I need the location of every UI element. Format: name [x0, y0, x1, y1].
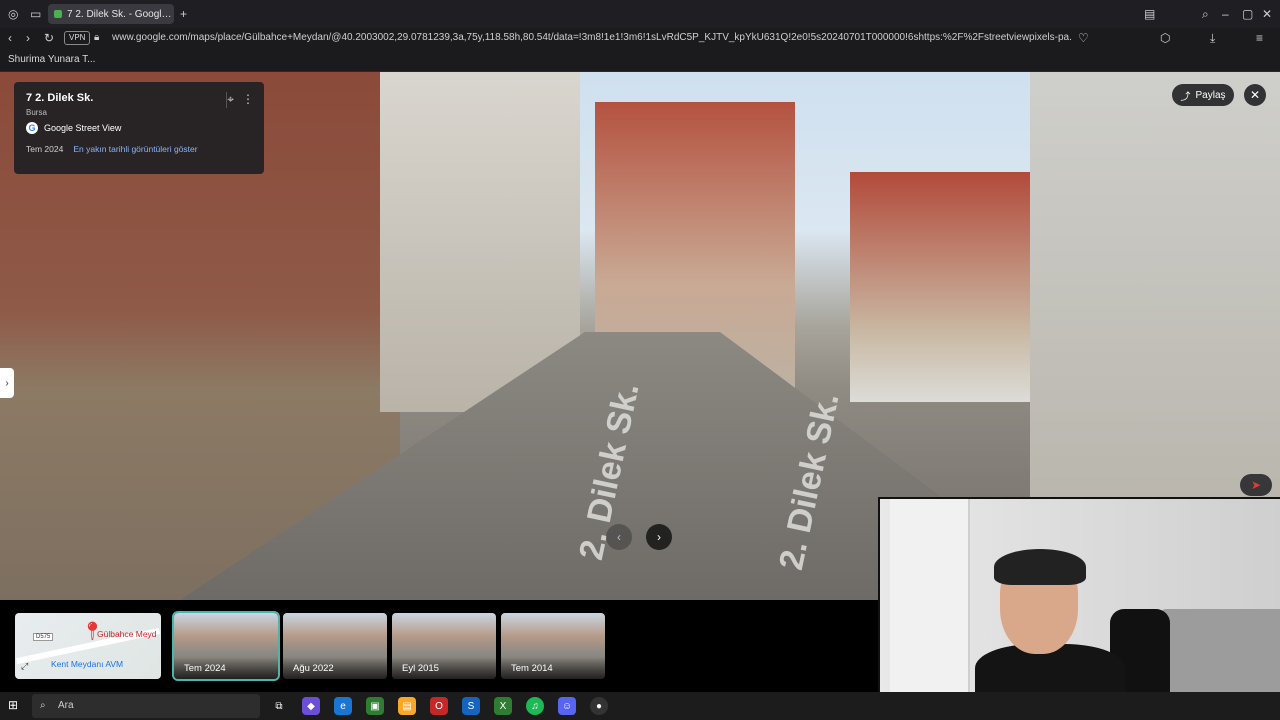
discord-icon[interactable]: ☺: [558, 697, 576, 715]
more-options-icon[interactable]: ⋮: [242, 92, 254, 107]
explorer-icon[interactable]: ▤: [398, 697, 416, 715]
webcam-sofa: [1160, 609, 1280, 692]
timeline-thumb-1[interactable]: Tem 2024: [172, 611, 280, 681]
timeline-thumb-2[interactable]: Ağu 2022: [283, 613, 387, 679]
compass-button[interactable]: ➤: [1240, 474, 1272, 496]
tab-google-maps[interactable]: 7 2. Dilek Sk. - Google Ha: [48, 4, 174, 24]
map-mall-label: Kent Meydanı AVM: [51, 659, 124, 669]
source-label: Google Street View: [44, 123, 122, 133]
task-view-icon[interactable]: ⧉: [270, 697, 288, 715]
close-street-view-button[interactable]: ✕: [1244, 84, 1266, 106]
bookmarks-bar: Shurima Yunara T...: [0, 48, 1280, 72]
webcam-door: [890, 499, 970, 692]
copilot-icon[interactable]: ◆: [302, 697, 320, 715]
place-city: Bursa: [26, 108, 47, 117]
webcam-overlay: [878, 497, 1280, 692]
chevron-right-icon: ›: [657, 530, 661, 544]
chevron-left-icon: ‹: [617, 530, 621, 544]
menu-icon[interactable]: ≡: [1256, 28, 1263, 48]
webcam-person-hair: [994, 549, 1086, 585]
extensions-icon[interactable]: ⬡: [1160, 28, 1170, 48]
show-recent-link[interactable]: En yakın tarihli görüntüleri göster: [73, 144, 197, 154]
sidebar-toggle-icon[interactable]: ▤: [1144, 0, 1155, 28]
url-field[interactable]: www.google.com/maps/place/Gülbahce+Meyda…: [112, 30, 1072, 46]
tab-manager-icon[interactable]: ▭: [30, 0, 41, 28]
address-bar: ‹ › ↻ VPN 🔒︎ www.google.com/maps/place/G…: [0, 28, 1280, 48]
map-place-label: Gülbahce Meyd: [97, 629, 157, 639]
obs-icon[interactable]: ●: [590, 697, 608, 715]
google-logo-icon: G: [26, 122, 38, 134]
next-image-button[interactable]: ›: [646, 524, 672, 550]
browser-logo-icon[interactable]: ◎: [8, 0, 18, 28]
source-row: G Google Street View: [26, 122, 252, 134]
opera-icon[interactable]: O: [430, 697, 448, 715]
tab-title: 7 2. Dilek Sk. - Google Ha: [67, 8, 174, 20]
new-tab-icon[interactable]: +: [180, 0, 187, 28]
building-right-near: [1030, 72, 1280, 502]
start-menu-icon[interactable]: ⊞: [8, 698, 18, 712]
download-icon[interactable]: ⤓: [1210, 28, 1215, 48]
location-pin-icon[interactable]: ⌖: [227, 92, 234, 107]
thumb-date: Tem 2024: [174, 657, 278, 679]
edge-icon[interactable]: e: [334, 697, 352, 715]
vpn-badge[interactable]: VPN: [64, 31, 91, 45]
compass-icon: ➤: [1250, 478, 1262, 492]
maximize-icon[interactable]: ▢: [1242, 0, 1253, 28]
thumb-date: Ağu 2022: [283, 657, 387, 679]
previous-image-button[interactable]: ‹: [606, 524, 632, 550]
date-row: Tem 2024 En yakın tarihli görüntüleri gö…: [26, 144, 252, 154]
road-badge: D575: [33, 633, 54, 641]
place-title: 7 2. Dilek Sk.: [26, 92, 94, 104]
bookmark-item[interactable]: Shurima Yunara T...: [8, 52, 95, 68]
reload-icon[interactable]: ↻: [44, 28, 54, 48]
lock-icon[interactable]: 🔒︎: [94, 28, 99, 48]
share-button[interactable]: ⤴ Paylaş: [1172, 84, 1234, 106]
location-info-card: 7 2. Dilek Sk. Bursa G Google Street Vie…: [14, 82, 264, 174]
capture-date: Tem 2024: [26, 144, 64, 154]
browser-tab-strip: ◎ ▭ 7 2. Dilek Sk. - Google Ha + ▤ ⌕ – ▢…: [0, 0, 1280, 28]
minimize-icon[interactable]: –: [1222, 0, 1229, 28]
expand-side-panel-button[interactable]: ›: [0, 368, 14, 398]
thumb-date: Tem 2014: [501, 657, 605, 679]
store-icon[interactable]: ▣: [366, 697, 384, 715]
excel-icon[interactable]: X: [494, 697, 512, 715]
close-icon: ✕: [1249, 88, 1261, 102]
share-icon: ⤴: [1180, 91, 1191, 103]
search-icon[interactable]: ⌕: [1202, 0, 1209, 28]
steam-icon[interactable]: S: [462, 697, 480, 715]
back-icon[interactable]: ‹: [8, 28, 12, 48]
windows-taskbar: ⊞ ⌕ Ara ⧉ ◆ e ▣ ▤ O S X ♫ ☺ ●: [0, 692, 1280, 720]
expand-map-icon[interactable]: ⤢: [21, 661, 28, 672]
bookmark-icon[interactable]: ♡: [1078, 28, 1089, 48]
timeline-thumb-3[interactable]: Eyl 2015: [392, 613, 496, 679]
maps-favicon-icon: [54, 10, 62, 18]
spotify-icon[interactable]: ♫: [526, 697, 544, 715]
mini-map[interactable]: D575 📍︎ Gülbahce Meyd Kent Meydanı AVM ⤢: [15, 613, 161, 679]
thumb-date: Eyl 2015: [392, 657, 496, 679]
chevron-right-icon: ›: [5, 377, 9, 389]
forward-icon[interactable]: ›: [26, 28, 30, 48]
share-label: Paylaş: [1195, 89, 1226, 101]
window-close-icon[interactable]: ✕: [1262, 0, 1272, 28]
search-icon: ⌕: [40, 700, 46, 711]
taskbar-search[interactable]: ⌕ Ara: [32, 694, 260, 718]
timeline-thumb-4[interactable]: Tem 2014: [501, 613, 605, 679]
card-actions: ⌖ ⋮: [227, 92, 254, 107]
taskbar-search-placeholder: Ara: [58, 700, 74, 711]
